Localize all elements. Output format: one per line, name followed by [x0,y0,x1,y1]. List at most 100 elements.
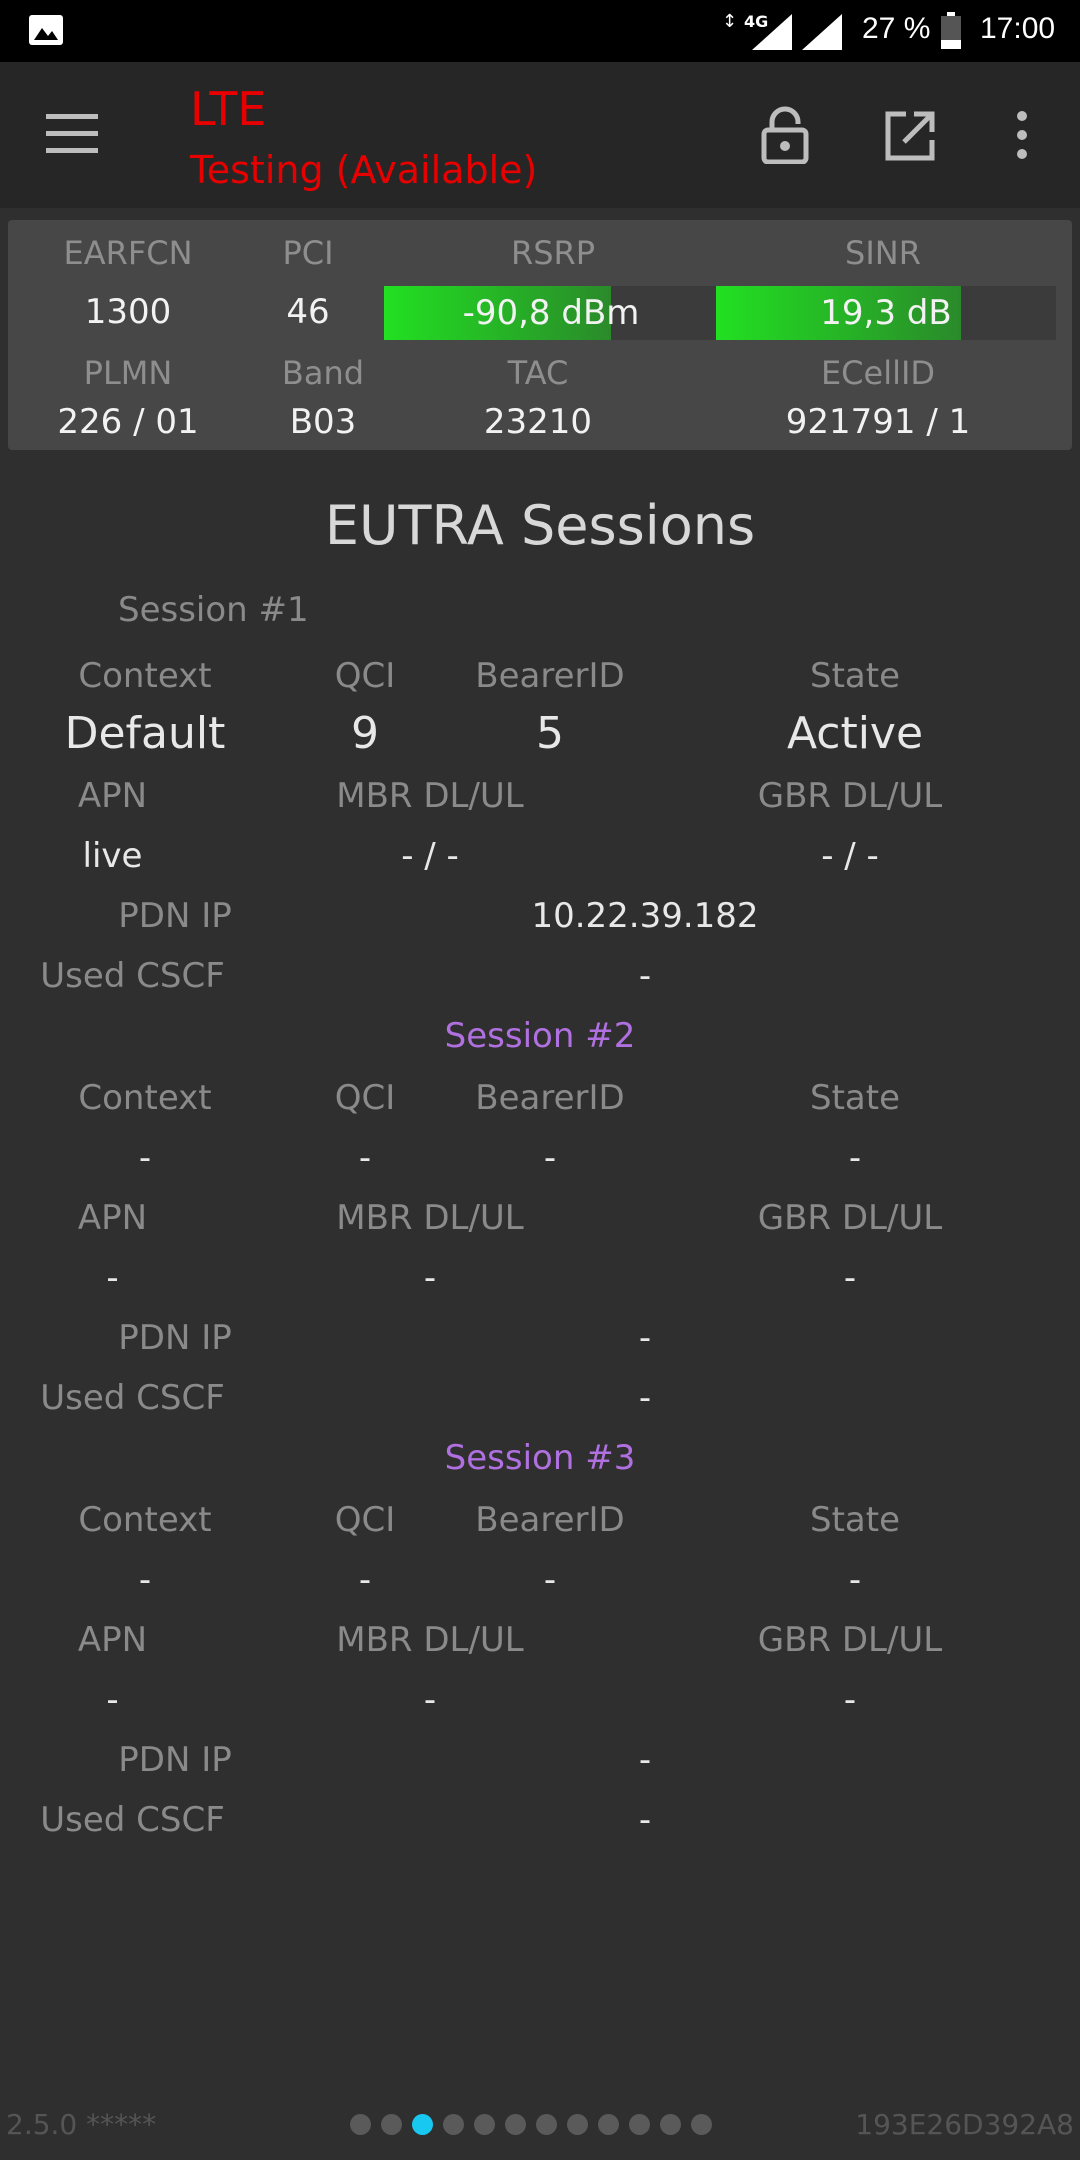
pdn-ip-label: PDN IP [118,1740,232,1780]
apn-label: APN [77,1198,148,1238]
apn-value: live [82,836,143,876]
context-value: Default [64,708,226,759]
page-dot[interactable] [598,2114,619,2135]
session-label: Session #2 [444,1016,636,1056]
page-dot[interactable] [443,2114,464,2135]
mbr-value: - [423,1680,437,1720]
apn-value: - [106,1680,119,1720]
used-cscf-value: - [638,1800,652,1840]
mbr-label: MBR DL/UL [336,1620,524,1660]
tac-value: 23210 [483,402,593,442]
gbr-value: - / - [821,836,879,876]
mbr-value: - / - [401,836,459,876]
signal-icon [802,14,842,50]
page-dot[interactable] [536,2114,557,2135]
app-subtitle: Testing (Available) [190,148,538,192]
lock-icon[interactable] [760,106,810,164]
context-value: - [138,1560,152,1600]
state-value: - [848,1560,862,1600]
qci-label: QCI [334,1500,396,1540]
apn-label: APN [77,1620,148,1660]
pdn-ip-value: - [638,1318,652,1358]
apn-label: APN [77,776,148,816]
mbr-label: MBR DL/UL [336,776,524,816]
ecellid-value: 921791 / 1 [785,402,971,442]
battery-icon [941,12,961,49]
page-dot[interactable] [350,2114,371,2135]
qci-value: 9 [351,708,379,759]
gbr-label: GBR DL/UL [757,1198,943,1238]
bearer-id-label: BearerID [475,1078,625,1118]
plmn-header: PLMN [83,354,173,392]
context-label: Context [78,656,212,696]
session-label: Session #3 [444,1438,636,1478]
pdn-ip-label: PDN IP [118,896,232,936]
more-options-icon[interactable] [1010,110,1034,160]
used-cscf-value: - [638,956,652,996]
apn-value: - [106,1258,119,1298]
battery-percentage: 27 % [862,12,931,45]
context-label: Context [78,1500,212,1540]
qci-value: - [358,1560,372,1600]
state-label: State [810,1078,900,1118]
used-cscf-label: Used CSCF [40,956,225,996]
app-version: 2.5.0 ***** [6,2108,157,2141]
tac-header: TAC [507,354,569,392]
context-label: Context [78,1078,212,1118]
app-bar: LTE Testing (Available) [0,62,1080,208]
context-value: - [138,1138,152,1178]
rsrp-value: -90,8 dBm [462,293,640,333]
page-dot[interactable] [629,2114,650,2135]
gbr-value: - [843,1258,857,1298]
data-activity-icon: ↕ [722,11,738,32]
page-dot[interactable] [691,2114,712,2135]
page-dot[interactable] [660,2114,681,2135]
qci-label: QCI [334,656,396,696]
qci-value: - [358,1138,372,1178]
plmn-value: 226 / 01 [57,402,199,442]
band-header: Band [281,354,365,392]
page-dot[interactable] [567,2114,588,2135]
page-dot[interactable] [505,2114,526,2135]
sinr-header: SINR [845,234,921,272]
session-label: Session #1 [118,590,309,630]
band-value: B03 [289,402,357,442]
qci-label: QCI [334,1078,396,1118]
sessions-title: EUTRA Sessions [324,494,756,557]
page-dot[interactable] [474,2114,495,2135]
gbr-label: GBR DL/UL [757,1620,943,1660]
image-notification-icon [29,15,63,45]
pci-header: PCI [282,234,334,272]
earfcn-value: 1300 [84,292,172,332]
used-cscf-value: - [638,1378,652,1418]
page-dot[interactable] [381,2114,402,2135]
cell-info-panel: EARFCN PCI RSRP SINR 1300 46 -90,8 dBm 1… [8,220,1072,450]
bearer-id-value: - [543,1138,557,1178]
signal-4g-icon [752,14,792,50]
gbr-label: GBR DL/UL [757,776,943,816]
gbr-value: - [843,1680,857,1720]
open-external-icon[interactable] [884,110,936,162]
pdn-ip-value: - [638,1740,652,1780]
device-id: 193E26D392A8 [855,2108,1074,2141]
sinr-meter: 19,3 dB [716,286,1056,340]
app-title: LTE [190,82,267,136]
state-label: State [810,656,900,696]
used-cscf-label: Used CSCF [40,1800,225,1840]
bearer-id-label: BearerID [475,1500,625,1540]
clock: 17:00 [980,12,1056,45]
state-label: State [810,1500,900,1540]
sinr-value: 19,3 dB [820,293,952,333]
page-indicator[interactable] [350,2114,712,2135]
bearer-id-value: 5 [536,708,564,759]
ecellid-header: ECellID [820,354,936,392]
mbr-label: MBR DL/UL [336,1198,524,1238]
earfcn-header: EARFCN [63,234,193,272]
bearer-id-value: - [543,1560,557,1600]
used-cscf-label: Used CSCF [40,1378,225,1418]
menu-icon[interactable] [46,114,98,154]
mbr-value: - [423,1258,437,1298]
state-value: - [848,1138,862,1178]
status-bar: ↕ 4G 27 % 17:00 [0,0,1080,62]
page-dot[interactable] [412,2114,433,2135]
